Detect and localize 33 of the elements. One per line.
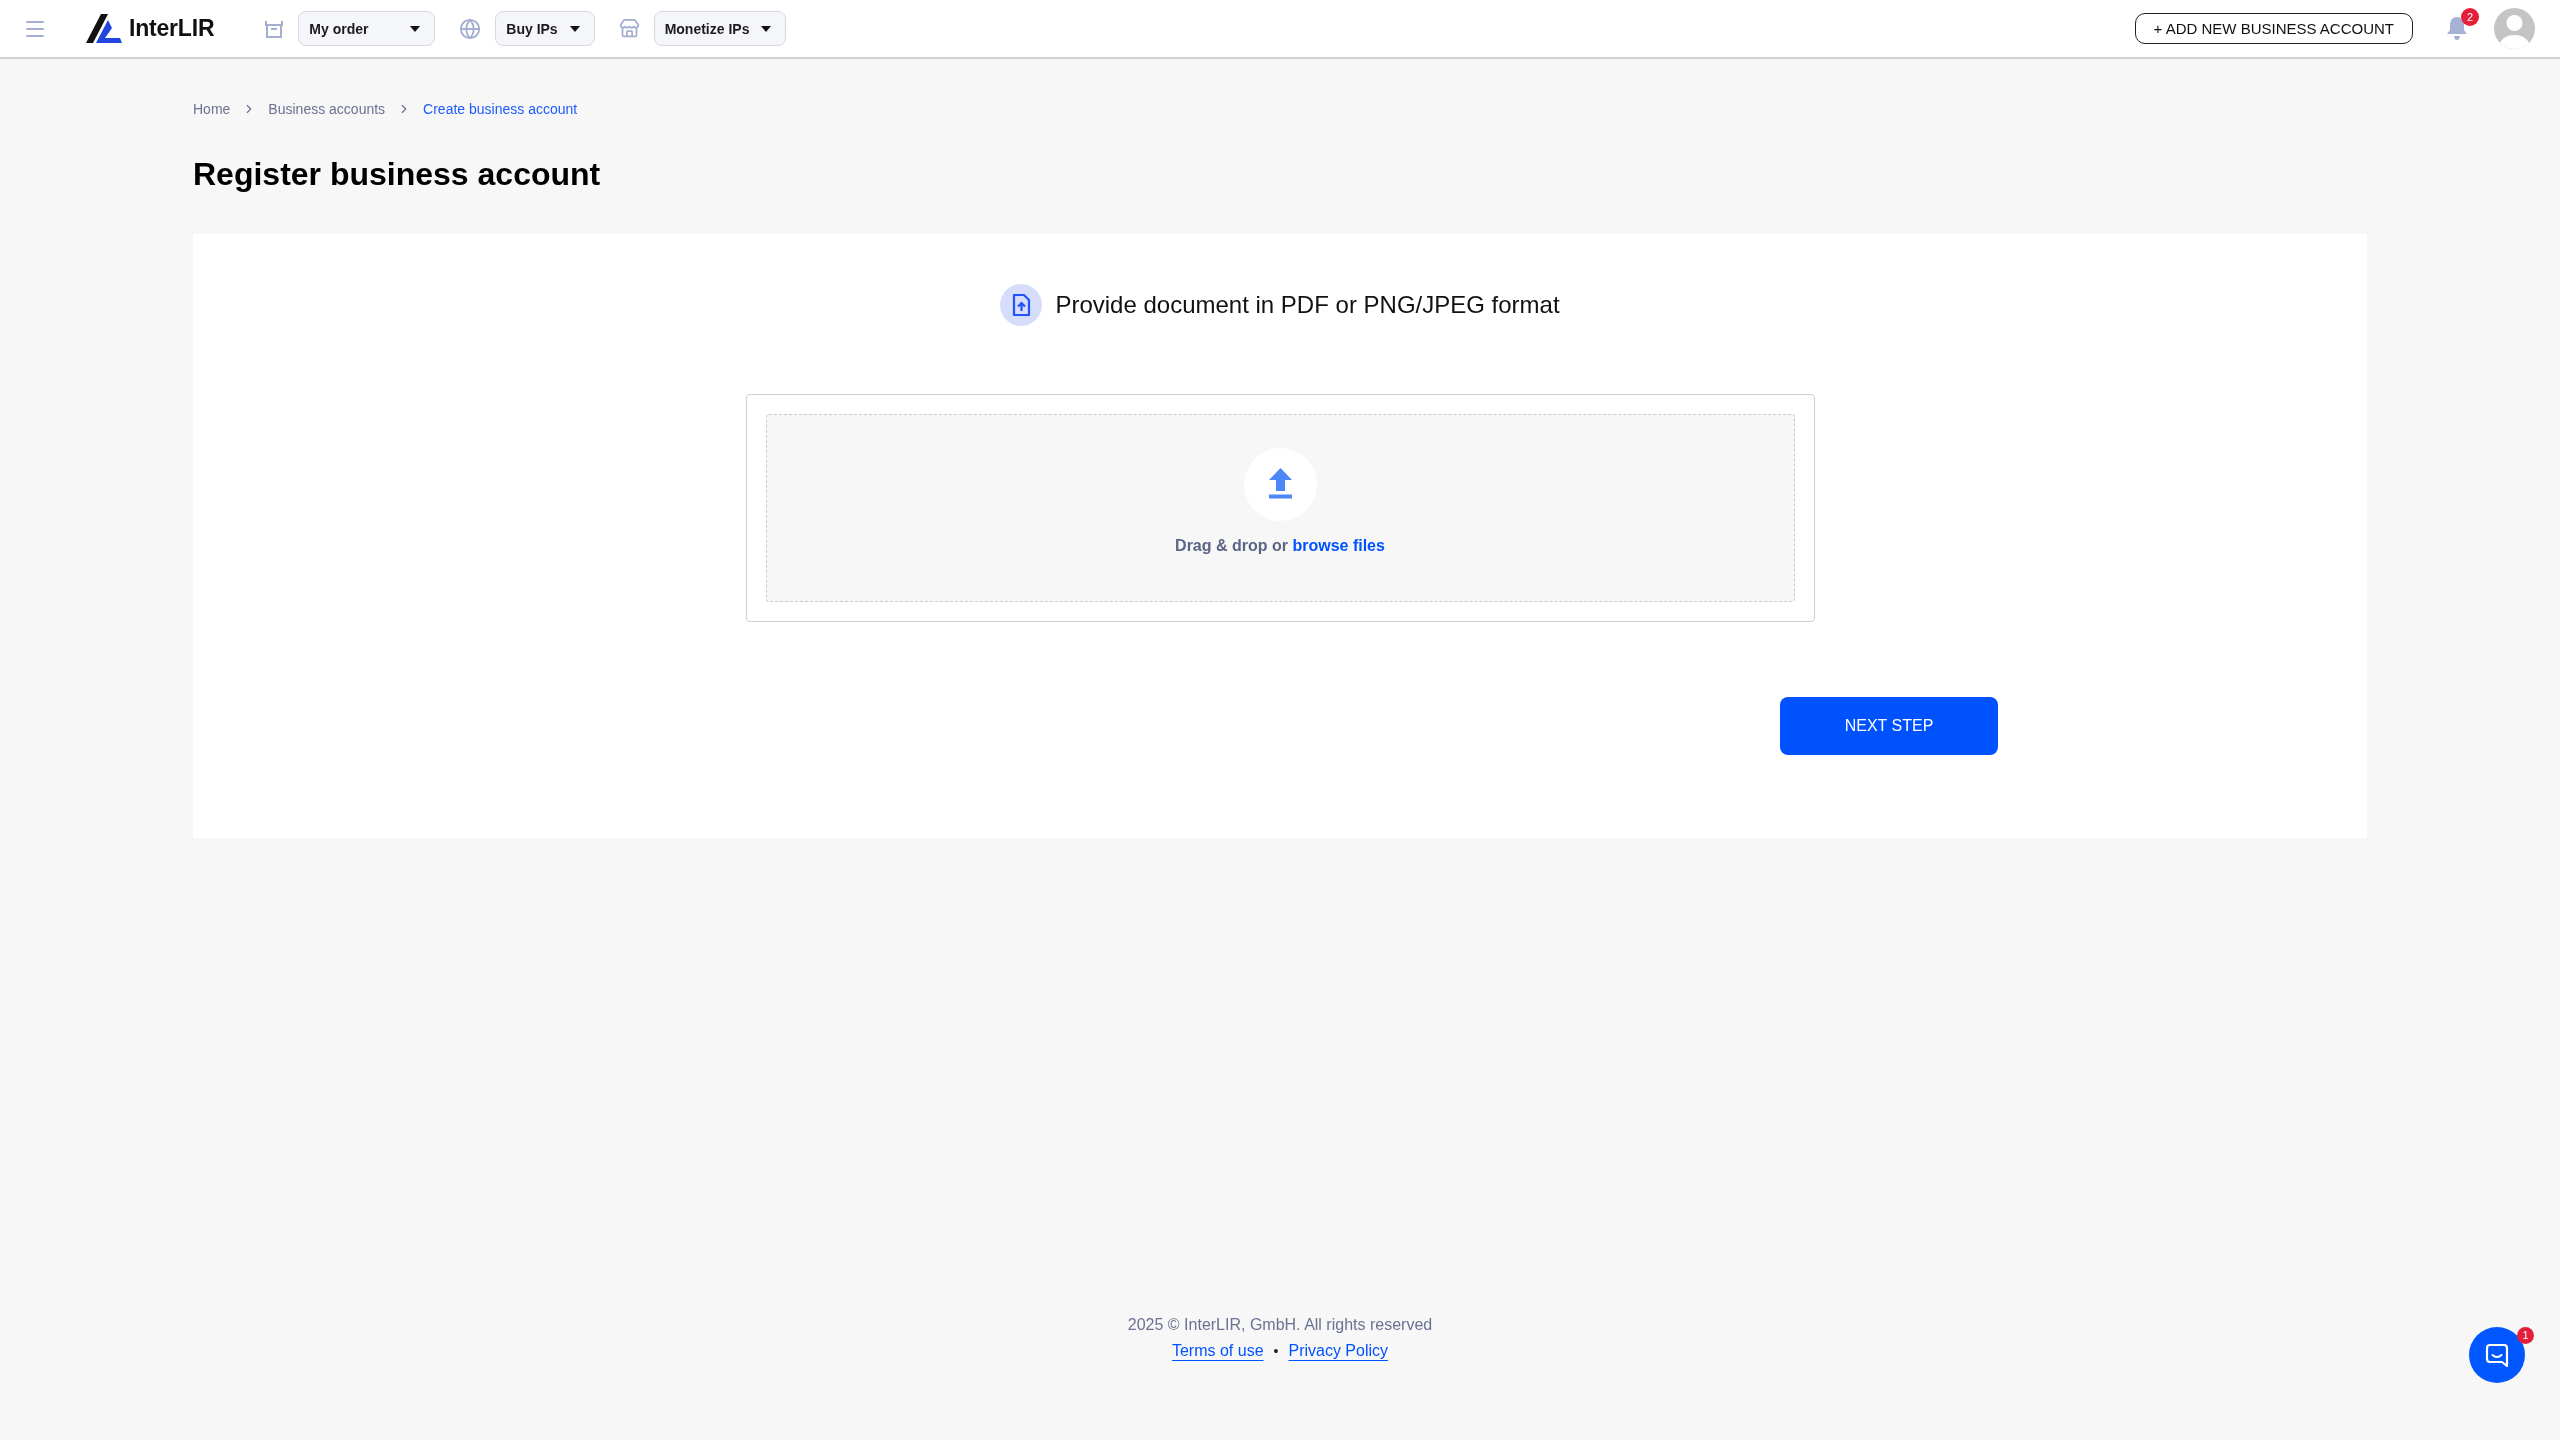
menu-dropdown[interactable]: Buy IPs — [495, 11, 595, 46]
separator-dot: • — [1273, 1343, 1279, 1359]
breadcrumb-link[interactable]: Create business account — [423, 101, 578, 117]
dropzone-hint: Drag & drop or browse files — [1175, 537, 1385, 555]
globe-icon[interactable] — [459, 17, 482, 40]
store-icon[interactable] — [618, 18, 640, 39]
breadcrumb-link[interactable]: Business accounts — [268, 101, 386, 117]
upload-icon — [1243, 448, 1317, 521]
upload-heading: Provide document in PDF or PNG/JPEG format — [1055, 291, 1560, 319]
add-account-button[interactable]: + ADD NEW BUSINESS ACCOUNT — [2134, 13, 2413, 44]
footer-link[interactable]: Terms of use — [1171, 1342, 1264, 1360]
browse-files-link[interactable]: browse files — [1292, 537, 1385, 554]
copyright-text: 2025 © InterLIR, GmbH. All rights reserved — [1127, 1316, 1433, 1334]
caret-icon — [410, 25, 421, 32]
page-title: Register business account — [193, 156, 601, 193]
footer-link[interactable]: Privacy Policy — [1288, 1342, 1389, 1360]
triangle-logo-icon[interactable] — [86, 14, 122, 43]
brand-name: InterLIR — [129, 15, 215, 42]
chat-icon — [2485, 1342, 2509, 1368]
caret-icon — [569, 25, 580, 32]
caret-icon — [761, 25, 772, 32]
menu-dropdown[interactable]: Monetize IPs — [653, 11, 787, 46]
next-step-button[interactable]: NEXT STEP — [1780, 697, 1998, 755]
breadcrumb-link[interactable]: Home — [193, 101, 231, 117]
notification-badge: 2 — [2461, 8, 2479, 26]
chat-button[interactable] — [2469, 1327, 2525, 1383]
bell-icon[interactable] — [2447, 17, 2467, 40]
chat-badge: 1 — [2517, 1327, 2534, 1344]
box-icon[interactable] — [264, 18, 285, 39]
menu-dropdown[interactable]: My order — [298, 11, 436, 46]
avatar-icon[interactable] — [2494, 8, 2535, 49]
dropzone[interactable]: Drag & drop or browse files — [765, 414, 1795, 602]
file-upload-icon — [1000, 284, 1043, 326]
